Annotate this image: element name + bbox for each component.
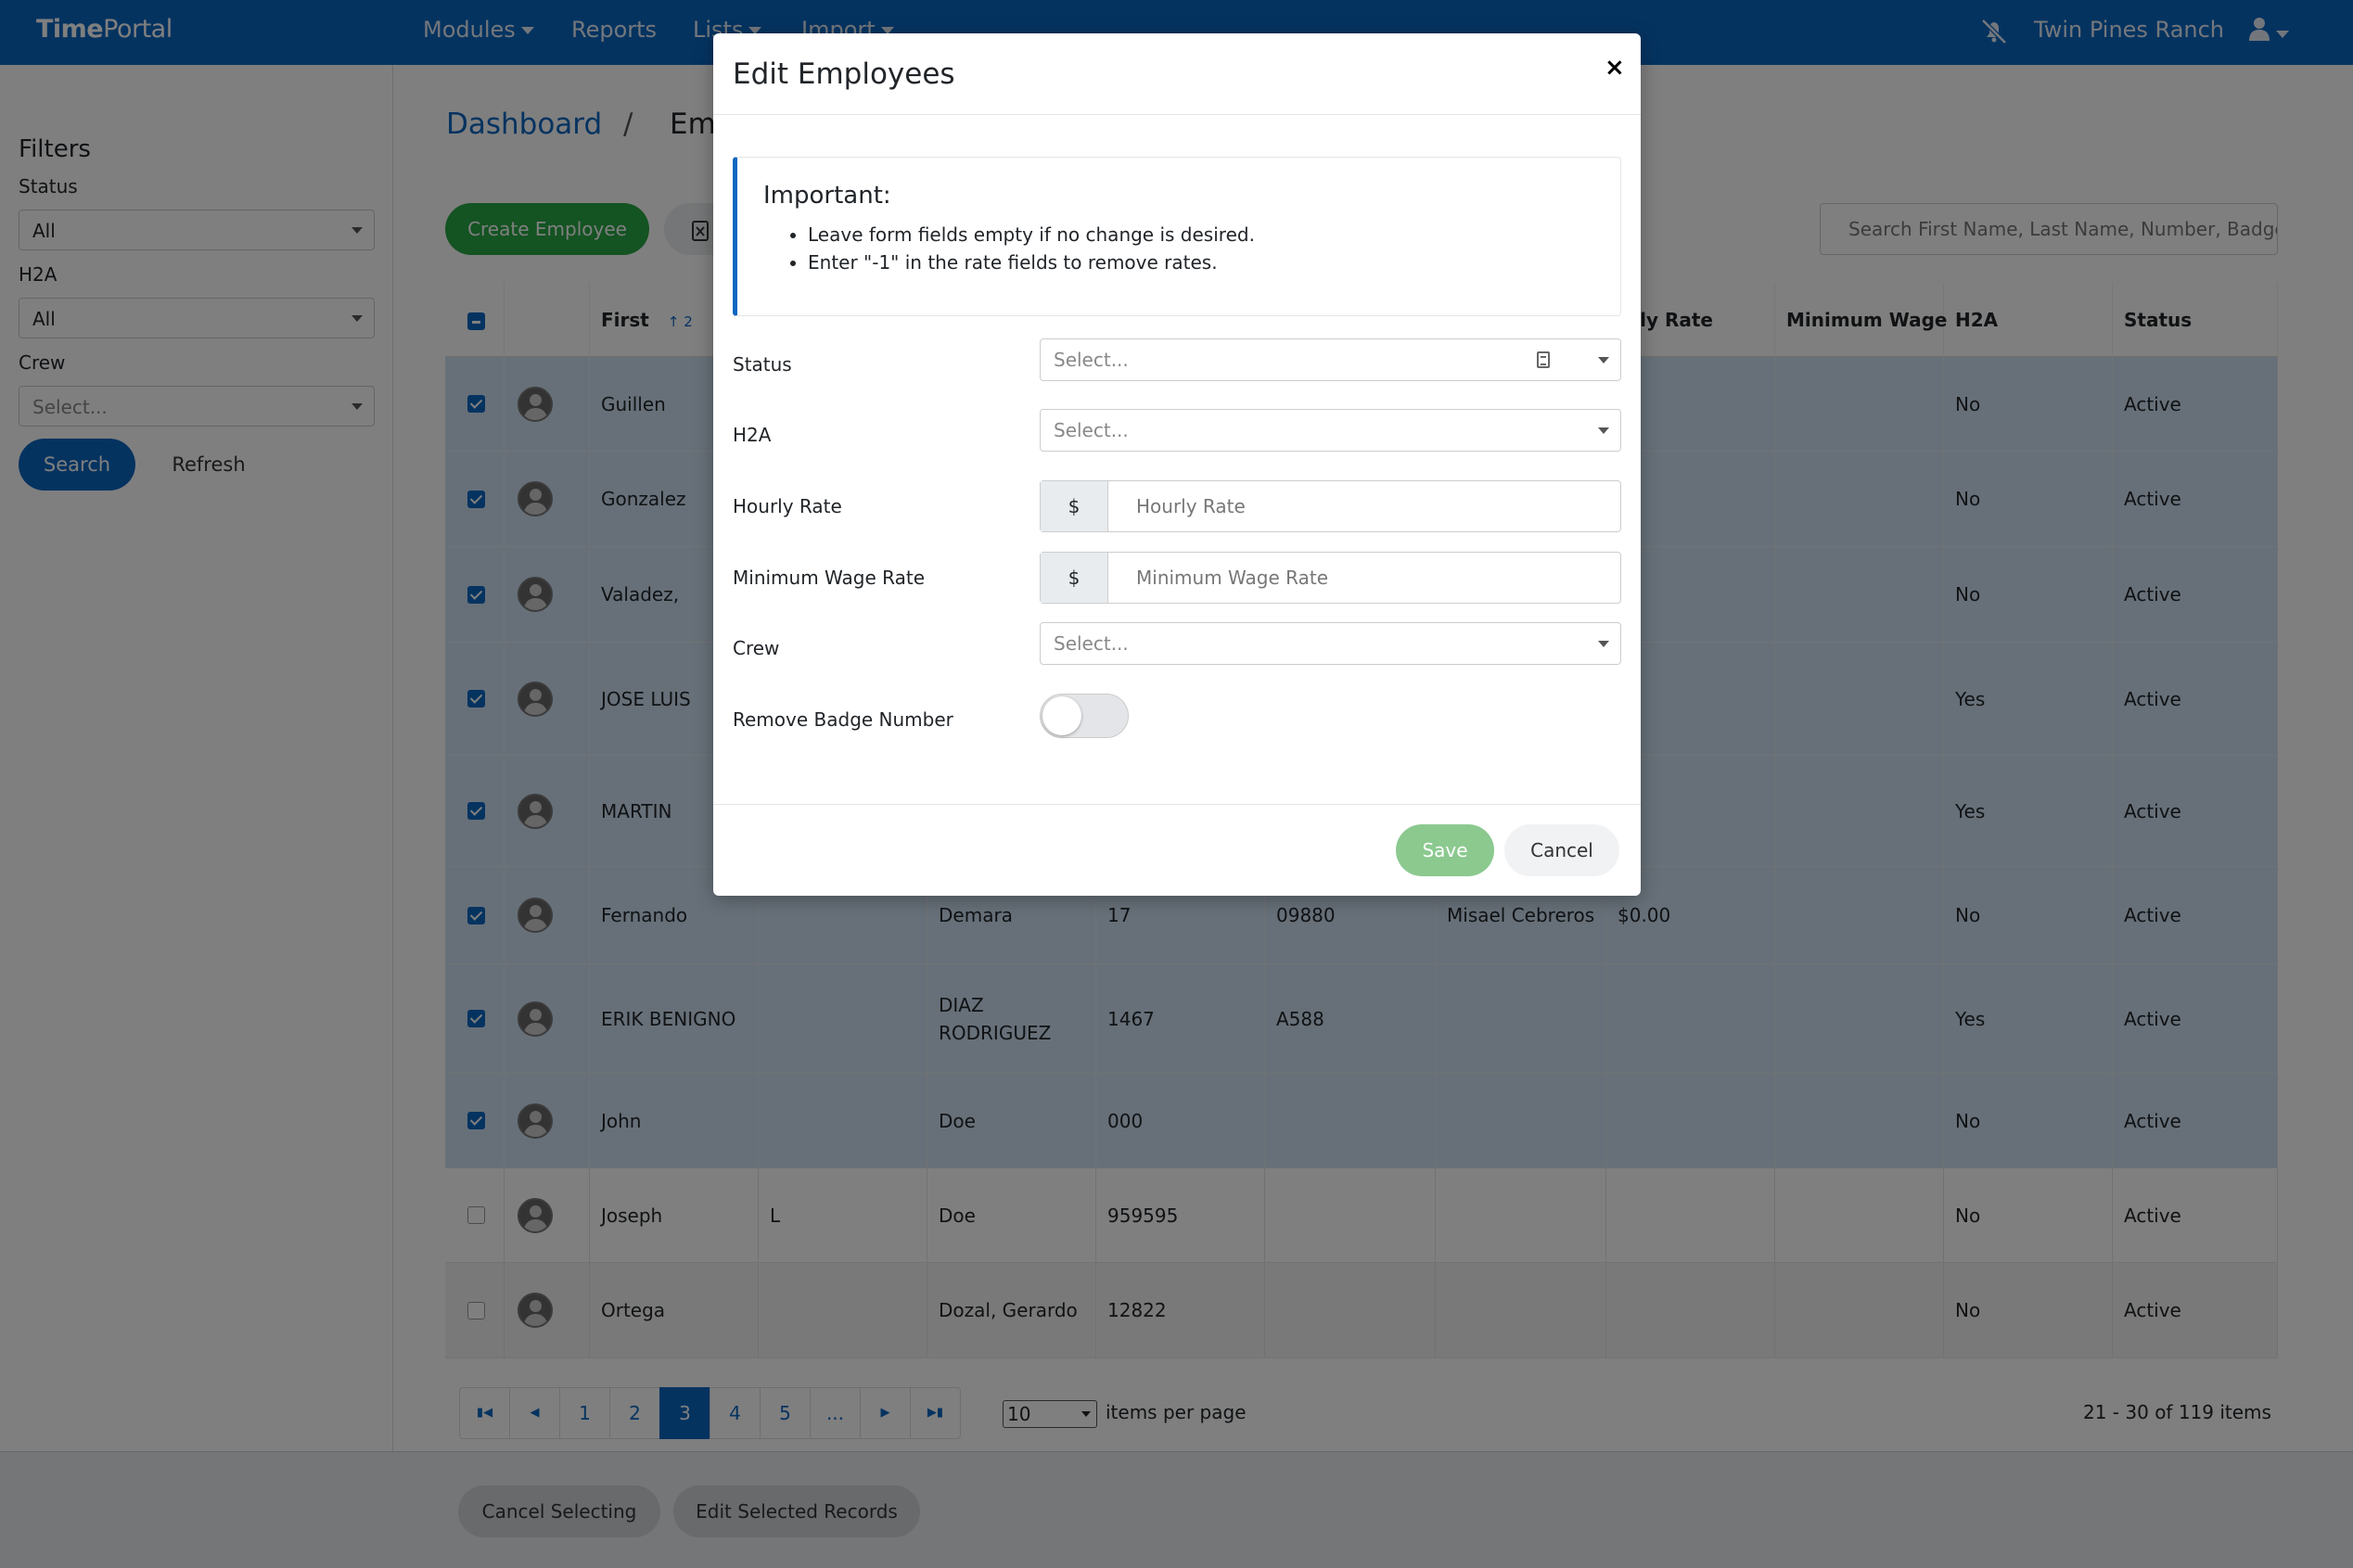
important-callout: Important: Leave form fields empty if no… <box>733 157 1621 316</box>
hourly-rate-label: Hourly Rate <box>733 495 842 517</box>
callout-note: Leave form fields empty if no change is … <box>808 221 1255 249</box>
status-field-select[interactable]: Select... <box>1040 338 1621 381</box>
h2a-field-select[interactable]: Select... <box>1040 409 1621 452</box>
h2a-field-label: H2A <box>733 424 772 446</box>
dollar-addon: $ <box>1041 553 1108 603</box>
toggle-knob <box>1042 696 1081 735</box>
callout-title: Important: <box>763 182 891 210</box>
remove-badge-number-toggle[interactable] <box>1040 694 1129 738</box>
callout-note: Enter "-1" in the rate fields to remove … <box>808 249 1255 276</box>
callout-notes: Leave form fields empty if no change is … <box>808 221 1255 276</box>
edit-employees-modal: Edit Employees × Important: Leave form f… <box>713 33 1641 896</box>
dollar-addon: $ <box>1041 481 1108 531</box>
close-icon[interactable]: × <box>1605 54 1625 82</box>
minimum-wage-rate-label: Minimum Wage Rate <box>733 567 926 589</box>
cancel-button[interactable]: Cancel <box>1504 824 1619 876</box>
modal-footer-divider <box>713 804 1641 805</box>
minimum-wage-input-group: $ <box>1040 552 1621 604</box>
save-button[interactable]: Save <box>1396 824 1494 876</box>
remove-badge-number-label: Remove Badge Number <box>733 708 953 731</box>
chevron-down-icon <box>1598 427 1609 434</box>
clipboard-icon <box>1537 351 1550 368</box>
hourly-rate-input[interactable] <box>1108 481 1620 531</box>
chevron-down-icon <box>1598 641 1609 647</box>
hourly-rate-input-group: $ <box>1040 480 1621 532</box>
modal-header: Edit Employees × <box>713 33 1641 115</box>
crew-field-select[interactable]: Select... <box>1040 622 1621 665</box>
minimum-wage-rate-input[interactable] <box>1108 553 1620 603</box>
chevron-down-icon <box>1598 357 1609 363</box>
crew-field-label: Crew <box>733 637 780 659</box>
status-field-label: Status <box>733 353 792 376</box>
modal-title: Edit Employees <box>733 57 955 91</box>
